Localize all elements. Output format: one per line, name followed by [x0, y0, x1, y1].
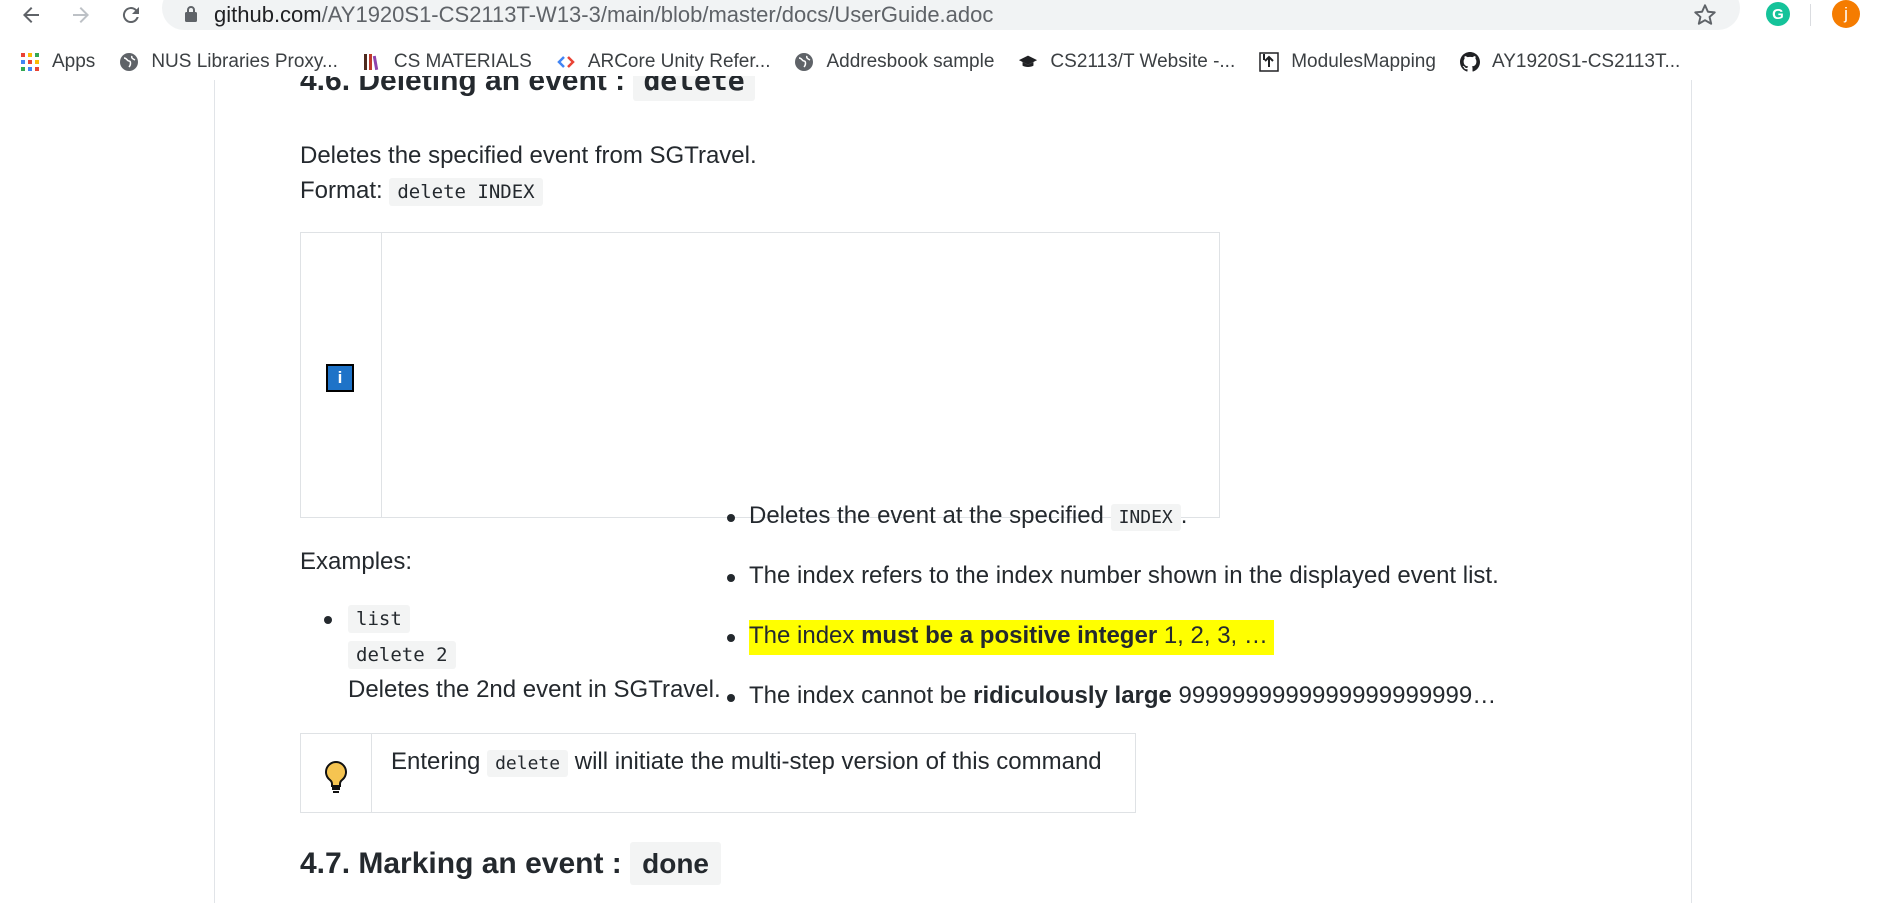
- globe-icon: [794, 52, 814, 72]
- section-heading-text: 4.7. Marking an event :: [300, 847, 631, 880]
- example-line-1: list: [348, 604, 410, 633]
- bookmark-star-icon[interactable]: [1692, 2, 1718, 28]
- grammarly-extension-icon[interactable]: G: [1766, 2, 1790, 26]
- url-host: github.com: [214, 2, 322, 27]
- bookmark-label: NUS Libraries Proxy...: [151, 51, 338, 72]
- bookmark-label: ARCore Unity Refer...: [587, 51, 771, 72]
- forward-arrow-icon: [73, 7, 89, 23]
- info-icon: i: [326, 364, 354, 392]
- example-code: list: [348, 605, 410, 633]
- section-command-code: delete: [633, 76, 755, 101]
- format-label: Format:: [300, 177, 390, 204]
- bookmark-modules-mapping[interactable]: ModulesMapping: [1247, 47, 1448, 77]
- forward-button[interactable]: [66, 0, 96, 30]
- section-command-code: done: [630, 842, 721, 885]
- globe-icon: [119, 52, 139, 72]
- lock-icon: [185, 6, 197, 22]
- note-item-1: Deletes the event at the specified INDEX…: [726, 502, 1188, 531]
- browser-toolbar: github.com/AY1920S1-CS2113T-W13-3/main/b…: [0, 0, 1884, 30]
- note-item-2: The index refers to the index number sho…: [727, 562, 1499, 589]
- note-text: The index cannot be: [749, 682, 974, 709]
- bookmark-cs2113-website[interactable]: CS2113/T Website -...: [1006, 47, 1247, 77]
- reload-icon: [122, 7, 139, 24]
- graduation-cap-icon: [1018, 52, 1038, 72]
- note-text: 9999999999999999999999…: [1171, 682, 1497, 709]
- tip-text-post: will initiate the multi-step version of …: [568, 748, 1102, 775]
- note-admonition: i Deletes the event at the specified IND…: [300, 232, 1499, 709]
- modules-icon: [1259, 52, 1279, 72]
- address-bar[interactable]: github.com/AY1920S1-CS2113T-W13-3/main/b…: [162, 0, 1740, 30]
- note-item-4: The index cannot be ridiculously large 9…: [726, 682, 1497, 710]
- bookmark-arcore[interactable]: ARCore Unity Refer...: [544, 47, 783, 77]
- back-button[interactable]: [16, 0, 46, 30]
- example-description: Deletes the 2nd event in SGTravel.: [348, 676, 721, 703]
- reload-button[interactable]: [116, 0, 146, 30]
- bookmark-label: Addresbook sample: [826, 51, 995, 72]
- toolbar-divider: [1810, 4, 1811, 26]
- example-line-2: delete 2: [348, 640, 456, 669]
- admonition-icon-cell: i: [301, 233, 382, 517]
- cs-materials-icon: [362, 52, 382, 72]
- note-bold: must be a positive integer: [861, 622, 1158, 649]
- note-code: INDEX: [1110, 504, 1181, 531]
- note-bold: ridiculously large: [973, 682, 1172, 709]
- delete-description: Deletes the specified event from SGTrave…: [300, 142, 757, 169]
- tip-text-pre: Entering: [391, 748, 488, 775]
- examples-label: Examples:: [300, 548, 413, 575]
- bookmark-label: CS MATERIALS: [393, 51, 532, 72]
- note-text: 1, 2, 3, …: [1157, 622, 1268, 649]
- highlighted-text: The index must be a positive integer 1, …: [749, 620, 1274, 655]
- format-line: Format: delete INDEX: [300, 177, 543, 206]
- url-text: github.com/AY1920S1-CS2113T-W13-3/main/b…: [214, 2, 993, 28]
- section-heading-4-7: 4.7. Marking an event : done: [300, 842, 721, 885]
- admonition-icon-cell: [301, 734, 372, 812]
- note-text: Deletes the event at the specified: [749, 502, 1111, 529]
- example-code: delete 2: [348, 641, 456, 669]
- bookmarks-bar: Apps NUS Libraries Proxy... CS MATERIALS…: [0, 44, 1884, 80]
- back-arrow-icon: [23, 7, 39, 23]
- bookmark-ay1920s1-github[interactable]: AY1920S1-CS2113T...: [1448, 47, 1692, 77]
- bookmark-label: CS2113/T Website -...: [1050, 51, 1236, 72]
- note-item-3: The index must be a positive integer 1, …: [727, 620, 1274, 655]
- tip-text: Entering delete will initiate the multi-…: [391, 748, 1102, 777]
- section-heading-4-6: 4.6. Deleting an event : delete: [300, 76, 755, 106]
- lightbulb-icon: [325, 760, 347, 793]
- note-text: .: [1180, 502, 1188, 529]
- bookmark-nus-libraries[interactable]: NUS Libraries Proxy...: [107, 47, 350, 77]
- list-bullet: [324, 616, 332, 624]
- bookmark-addresbook[interactable]: Addresbook sample: [782, 47, 1006, 77]
- tip-code: delete: [487, 750, 569, 777]
- profile-avatar[interactable]: j: [1832, 0, 1860, 28]
- bookmark-label: Apps: [52, 51, 96, 72]
- bookmark-label: ModulesMapping: [1291, 51, 1436, 72]
- tip-admonition: Entering delete will initiate the multi-…: [300, 733, 1136, 813]
- arcore-icon: [556, 52, 576, 72]
- section-heading-text: 4.6. Deleting an event :: [300, 76, 634, 97]
- bookmark-label: AY1920S1-CS2113T...: [1491, 51, 1681, 72]
- apps-grid-icon: [20, 52, 40, 72]
- note-text: The index: [749, 622, 862, 649]
- bookmark-apps[interactable]: Apps: [0, 47, 107, 77]
- url-path: /AY1920S1-CS2113T-W13-3/main/blob/master…: [321, 2, 994, 27]
- bookmark-cs-materials[interactable]: CS MATERIALS: [350, 47, 544, 77]
- github-icon: [1459, 52, 1480, 72]
- format-code: delete INDEX: [389, 178, 543, 206]
